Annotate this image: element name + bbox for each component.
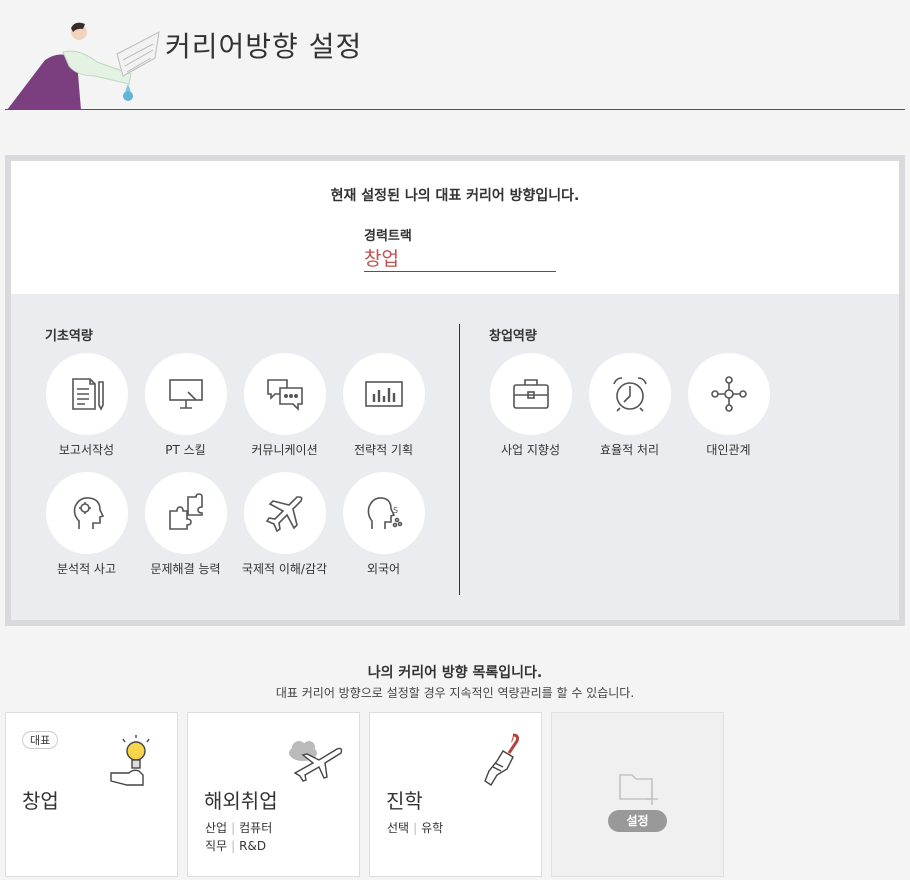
section-divider bbox=[459, 324, 460, 595]
career-card-overseas[interactable]: 해외취업 산업 | 컴퓨터 직무 | R&D bbox=[187, 712, 360, 877]
puzzle-icon bbox=[168, 493, 203, 530]
alarm-clock-icon bbox=[612, 377, 647, 412]
skill-global-understanding[interactable]: 국제적 이해/감각 bbox=[235, 472, 334, 577]
set-career-button[interactable]: 설정 bbox=[608, 810, 667, 832]
skill-label: 효율적 처리 bbox=[599, 443, 659, 457]
skill-circle[interactable] bbox=[144, 353, 227, 435]
airplane-icon bbox=[265, 496, 302, 533]
page-header: 커리어방향 설정 bbox=[5, 0, 905, 110]
career-list-heading: 나의 커리어 방향 목록입니다. bbox=[367, 665, 543, 681]
airplane-cloud-icon bbox=[289, 741, 343, 782]
skill-communication[interactable]: 커뮤니케이션 bbox=[235, 353, 334, 458]
network-icon bbox=[710, 376, 747, 412]
skill-business-orientation[interactable]: 사업 지향성 bbox=[481, 353, 580, 458]
skill-report-writing[interactable]: 보고서작성 bbox=[37, 353, 136, 458]
chat-bubbles-icon bbox=[266, 379, 303, 411]
current-career-intro: 현재 설정된 나의 대표 커리어 방향입니다. bbox=[330, 188, 580, 204]
add-career-card[interactable]: 설정 bbox=[551, 712, 724, 877]
skill-analytical-thinking[interactable]: 분석적 사고 bbox=[37, 472, 136, 577]
skill-label: 보고서작성 bbox=[58, 443, 115, 457]
skill-circle[interactable] bbox=[342, 353, 425, 435]
career-list-subheading: 대표 커리어 방향으로 설정할 경우 지속적인 역량관리를 할 수 있습니다. bbox=[275, 686, 635, 700]
speaking-head-icon: S bbox=[367, 497, 402, 529]
skill-problem-solving[interactable]: 문제해결 능력 bbox=[136, 472, 235, 577]
folder-add-icon bbox=[619, 774, 658, 805]
career-card-meta: 산업 | 컴퓨터 직무 | R&D bbox=[205, 819, 272, 855]
basic-skills-title: 기초역량 bbox=[45, 329, 93, 344]
skill-circle[interactable] bbox=[144, 472, 227, 554]
skill-circle[interactable] bbox=[45, 472, 128, 554]
startup-skills-title: 창업역량 bbox=[489, 329, 537, 344]
paintbrush-hand-icon bbox=[484, 733, 519, 786]
skill-foreign-language[interactable]: S 외국어 bbox=[334, 472, 433, 577]
skill-label: 국제적 이해/감각 bbox=[241, 562, 328, 576]
career-illustration-icon bbox=[7, 22, 160, 110]
skill-interpersonal[interactable]: 대인관계 bbox=[679, 353, 778, 458]
skill-circle[interactable]: S bbox=[342, 472, 425, 554]
svg-text:S: S bbox=[393, 506, 398, 515]
skill-label: 대인관계 bbox=[706, 443, 751, 457]
skill-label: 문제해결 능력 bbox=[150, 562, 221, 576]
career-track-value: 창업 bbox=[364, 244, 556, 272]
bar-chart-icon bbox=[364, 381, 403, 407]
meta-value: R&D bbox=[239, 839, 267, 853]
skill-pt[interactable]: PT 스킬 bbox=[136, 353, 235, 458]
current-career-summary: 현재 설정된 나의 대표 커리어 방향입니다. 경력트랙 창업 bbox=[11, 161, 899, 294]
skill-efficient-processing[interactable]: 효율적 처리 bbox=[580, 353, 679, 458]
document-pencil-icon bbox=[71, 378, 104, 411]
skill-circle[interactable] bbox=[243, 353, 326, 435]
skill-circle[interactable] bbox=[588, 353, 671, 435]
skill-label: 커뮤니케이션 bbox=[251, 443, 318, 457]
skill-label: 분석적 사고 bbox=[56, 562, 116, 576]
career-card-name: 진학 bbox=[386, 789, 423, 813]
skill-label: 외국어 bbox=[366, 562, 401, 576]
skill-circle[interactable] bbox=[489, 353, 572, 435]
career-card-meta-line: 선택 | 유학 bbox=[387, 821, 444, 835]
career-list-header: 나의 커리어 방향 목록입니다. 대표 커리어 방향으로 설정할 경우 지속적인… bbox=[0, 662, 910, 701]
current-career-panel: 현재 설정된 나의 대표 커리어 방향입니다. 경력트랙 창업 기초역량 창업역… bbox=[5, 155, 905, 626]
meta-key: 직무 bbox=[205, 839, 228, 853]
briefcase-icon bbox=[512, 379, 549, 409]
skill-label: PT 스킬 bbox=[165, 443, 206, 457]
skill-circle[interactable] bbox=[45, 353, 128, 435]
skill-circle[interactable] bbox=[687, 353, 770, 435]
career-card-meta: 선택 | 유학 bbox=[387, 819, 443, 837]
head-gear-icon bbox=[73, 497, 104, 529]
career-card-name: 해외취업 bbox=[204, 789, 278, 813]
career-track-label: 경력트랙 bbox=[364, 229, 412, 244]
career-card-meta-line: 산업 | 컴퓨터 bbox=[205, 821, 273, 835]
skill-circle[interactable] bbox=[243, 472, 326, 554]
meta-key: 산업 bbox=[205, 821, 228, 835]
meta-value: 유학 bbox=[421, 821, 444, 835]
skill-label: 전략적 기획 bbox=[353, 443, 413, 457]
meta-key: 선택 bbox=[387, 821, 410, 835]
career-card-name: 창업 bbox=[22, 789, 59, 813]
representative-badge: 대표 bbox=[22, 731, 59, 749]
skill-strategic-planning[interactable]: 전략적 기획 bbox=[334, 353, 433, 458]
career-card-startup[interactable]: 대표 창업 bbox=[5, 712, 178, 877]
lightbulb-hand-icon bbox=[110, 735, 150, 786]
career-card-meta-line: 직무 | R&D bbox=[205, 839, 267, 853]
career-card-grad-school[interactable]: 진학 선택 | 유학 bbox=[369, 712, 542, 877]
meta-value: 컴퓨터 bbox=[239, 821, 273, 835]
presentation-board-icon bbox=[168, 379, 203, 409]
skill-label: 사업 지향성 bbox=[500, 443, 560, 457]
page-title: 커리어방향 설정 bbox=[165, 30, 363, 63]
